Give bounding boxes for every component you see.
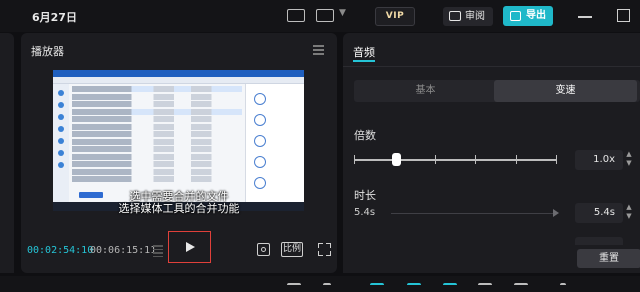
snap-icon[interactable] bbox=[407, 283, 421, 292]
zoom-slider-icon[interactable] bbox=[560, 283, 566, 292]
bars-icon[interactable] bbox=[153, 245, 163, 259]
hidden-field[interactable] bbox=[575, 237, 623, 245]
split-icon[interactable] bbox=[478, 283, 492, 292]
speed-value-input[interactable]: 1.0x bbox=[575, 150, 623, 170]
slider-tick bbox=[556, 155, 557, 164]
slider-tick bbox=[435, 155, 436, 164]
scan-icon[interactable] bbox=[257, 243, 270, 256]
top-bar: 6月27日 ▼ VIP 审阅 导出 bbox=[0, 0, 640, 32]
maximize-icon[interactable] bbox=[617, 9, 630, 22]
duration-value-input[interactable]: 5.4s bbox=[575, 203, 623, 223]
export-icon bbox=[510, 11, 521, 21]
video-content-window bbox=[53, 70, 304, 202]
magic-icon[interactable] bbox=[287, 283, 301, 292]
divider bbox=[343, 66, 640, 67]
tab-audio[interactable]: 音频 bbox=[353, 44, 375, 60]
duration-track bbox=[391, 213, 556, 214]
media-panel-edge bbox=[0, 33, 14, 273]
arrow-right-icon bbox=[553, 209, 559, 217]
speed-label: 倍数 bbox=[354, 129, 376, 142]
segment-speed[interactable]: 变速 bbox=[494, 80, 637, 102]
play-icon bbox=[186, 242, 195, 252]
menu-icon[interactable] bbox=[313, 45, 324, 57]
reset-button[interactable]: 重置 bbox=[577, 249, 640, 268]
segment-control: 基本 变速 bbox=[354, 80, 640, 102]
current-timecode: 00:02:54:10 bbox=[27, 245, 94, 256]
slider-tick bbox=[516, 155, 517, 164]
subtitle-line-2: 选择媒体工具的合并功能 bbox=[118, 202, 240, 215]
export-label: 导出 bbox=[526, 10, 546, 21]
duration-original: 5.4s bbox=[354, 207, 376, 218]
timeline-toolbar bbox=[0, 276, 640, 292]
vip-badge[interactable]: VIP bbox=[375, 7, 415, 26]
speed-slider-track[interactable] bbox=[354, 159, 557, 161]
total-timecode: 00:06:15:11 bbox=[90, 245, 157, 256]
slider-tick bbox=[354, 155, 355, 164]
play-button[interactable] bbox=[168, 231, 211, 263]
tab-indicator bbox=[353, 60, 375, 62]
review-button[interactable]: 审阅 bbox=[443, 7, 493, 26]
speed-stepper[interactable]: ▲ ▼ bbox=[624, 150, 634, 170]
keyboard-icon[interactable] bbox=[287, 9, 305, 22]
zoom-out-icon[interactable] bbox=[514, 283, 528, 292]
slider-tick bbox=[475, 155, 476, 164]
link-icon[interactable] bbox=[370, 283, 384, 292]
layout-icon[interactable] bbox=[316, 9, 334, 22]
chevron-down-icon[interactable]: ▼ bbox=[339, 8, 346, 18]
mic-icon[interactable] bbox=[323, 283, 331, 292]
player-panel: 播放器 选中需要合并的文件 选择媒体工具的合并功能 00:02:54:10 00… bbox=[21, 33, 337, 273]
fullscreen-icon[interactable] bbox=[318, 243, 331, 256]
speed-slider-knob[interactable] bbox=[392, 153, 401, 166]
segment-basic[interactable]: 基本 bbox=[354, 80, 497, 102]
duration-stepper[interactable]: ▲ ▼ bbox=[624, 203, 634, 223]
minimize-icon[interactable] bbox=[578, 16, 592, 18]
ratio-button[interactable]: 比例 bbox=[281, 242, 303, 257]
preview-axis-icon[interactable] bbox=[443, 283, 457, 292]
project-date: 6月27日 bbox=[32, 11, 77, 24]
review-label: 审阅 bbox=[465, 11, 485, 22]
export-button[interactable]: 导出 bbox=[503, 6, 553, 26]
review-icon bbox=[449, 11, 461, 21]
duration-label: 时长 bbox=[354, 189, 376, 202]
player-title: 播放器 bbox=[31, 45, 64, 58]
audio-panel: 音频 基本 变速 倍数 1.0x ▲ ▼ 时长 5.4s 5.4s ▲ ▼ 重置 bbox=[343, 33, 640, 273]
